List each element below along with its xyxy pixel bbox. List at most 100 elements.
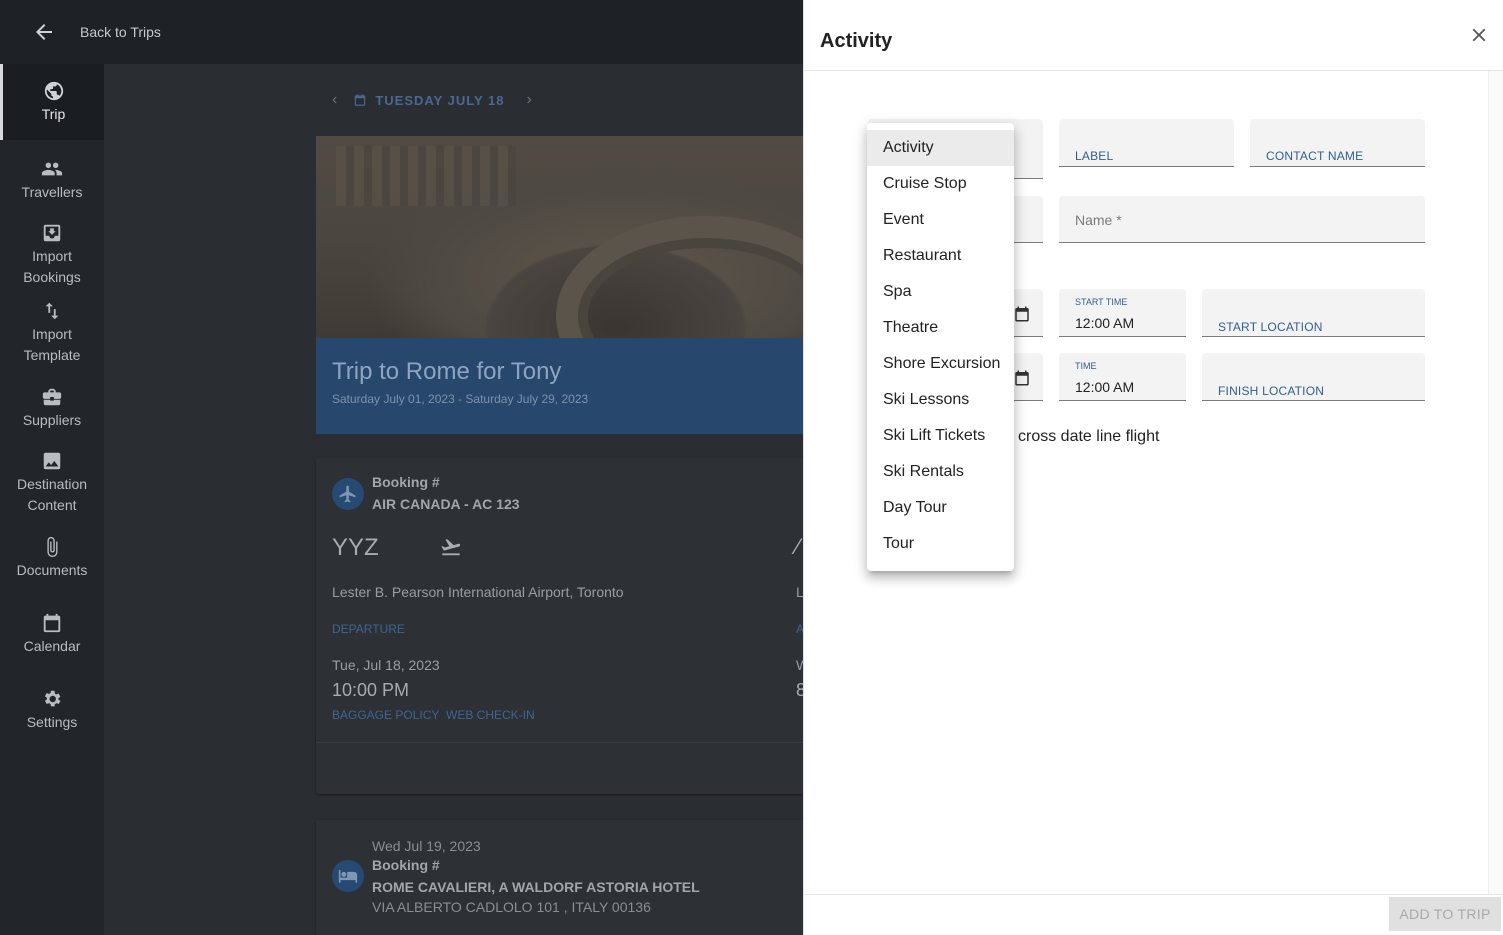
menu-item-ski-rentals[interactable]: Ski Rentals [867, 454, 1014, 490]
menu-item-event[interactable]: Event [867, 202, 1014, 238]
trip-hero: Trip to Rome for Tony Saturday July 01, … [316, 136, 803, 434]
menu-item-tour[interactable]: Tour [867, 526, 1014, 562]
finish-time-label: TIME [1075, 361, 1097, 371]
calendar-icon [43, 613, 61, 633]
arrival-time-partial: 8 [796, 680, 803, 700]
top-bar: Back to Trips [0, 0, 803, 64]
chevron-left-icon[interactable]: ‹ [332, 91, 337, 109]
trip-dates: Saturday July 01, 2023 - Saturday July 2… [332, 392, 589, 406]
departure-time: 10:00 PM [332, 680, 410, 700]
hotel-date: Wed Jul 19, 2023 [372, 838, 481, 854]
sidebar-item-documents[interactable]: Documents [0, 536, 104, 581]
sidebar-item-label: Documents [16, 562, 88, 578]
menu-item-cruise-stop[interactable]: Cruise Stop [867, 166, 1014, 202]
menu-item-ski-lift-tickets[interactable]: Ski Lift Tickets [867, 418, 1014, 454]
sidebar-item-label: Destination Content [16, 476, 88, 513]
sidebar-item-settings[interactable]: Settings [0, 688, 104, 733]
hotel-booking-card[interactable]: Wed Jul 19, 2023 Booking # ROME CAVALIER… [316, 820, 803, 935]
baggage-policy-link[interactable]: BAGGAGE POLICY [332, 708, 439, 722]
menu-item-restaurant[interactable]: Restaurant [867, 238, 1014, 274]
trip-cover-image [316, 136, 803, 416]
drawer-footer: ADD TO TRIP [804, 894, 1503, 935]
sidebar-item-label: Settings [26, 714, 78, 730]
main-content: ‹ TUESDAY JULY 18 › Trip to Rome for Ton… [104, 64, 803, 935]
contact-name-field[interactable]: CONTACT NAME [1250, 119, 1425, 167]
briefcase-icon [42, 388, 62, 406]
sidebar-item-label: Travellers [21, 184, 83, 200]
destination-airport-partial: L [796, 584, 803, 600]
calendar-icon[interactable] [1013, 369, 1031, 387]
menu-item-activity[interactable]: Activity [867, 130, 1014, 166]
sidebar: Trip Travellers Import Bookings Import T… [0, 64, 104, 935]
menu-item-spa[interactable]: Spa [867, 274, 1014, 310]
start-time-field[interactable]: START TIME 12:00 AM [1059, 289, 1186, 337]
menu-item-day-tour[interactable]: Day Tour [867, 490, 1014, 526]
trip-title: Trip to Rome for Tony [332, 358, 562, 385]
date-navigator: ‹ TUESDAY JULY 18 › [332, 90, 532, 110]
paperclip-icon [47, 536, 58, 558]
arrival-date-partial: W [796, 657, 803, 673]
start-time-label: START TIME [1075, 297, 1128, 307]
name-placeholder: Name * [1075, 212, 1122, 228]
hotel-address: VIA ALBERTO CADLOLO 101 , ITALY 00136 [372, 899, 651, 915]
web-checkin-link[interactable]: WEB CHECK-IN [446, 708, 535, 722]
finish-time-field[interactable]: TIME 12:00 AM [1059, 353, 1186, 401]
sidebar-item-label: Import Template [23, 326, 81, 363]
cross-date-line-checkbox-label[interactable]: cross date line flight [1018, 428, 1159, 446]
departure-label: DEPARTURE [332, 622, 405, 636]
sidebar-item-label: Trip [41, 106, 66, 122]
chevron-right-icon[interactable]: › [527, 91, 532, 109]
close-icon[interactable] [1468, 24, 1490, 46]
globe-icon [44, 81, 63, 101]
sidebar-item-label: Calendar [23, 638, 81, 654]
origin-code: YYZ [332, 534, 379, 561]
swap-vertical-icon [45, 302, 59, 320]
back-arrow-icon[interactable] [32, 20, 56, 44]
takeoff-icon [441, 539, 461, 556]
gear-icon [44, 690, 61, 707]
menu-item-ski-lessons[interactable]: Ski Lessons [867, 382, 1014, 418]
calendar-icon[interactable] [1013, 305, 1031, 323]
add-to-trip-button[interactable]: ADD TO TRIP [1389, 897, 1501, 931]
label-field[interactable]: LABEL [1059, 119, 1234, 167]
calendar-icon [355, 94, 366, 106]
sidebar-item-label: Import Bookings [23, 248, 81, 285]
booking-number-label: Booking # [372, 474, 440, 490]
origin-airport: Lester B. Pearson International Airport,… [332, 584, 624, 600]
trip-header-band [316, 338, 803, 434]
flight-booking-card[interactable]: Booking # AIR CANADA - AC 123 YYZ ⁄ Lest… [316, 458, 803, 794]
sidebar-item-travellers[interactable]: Travellers [0, 158, 104, 203]
airline-flight: AIR CANADA - AC 123 [372, 496, 520, 512]
drawer-scrollbar[interactable] [1488, 71, 1503, 894]
current-date: TUESDAY JULY 18 [375, 92, 505, 108]
departure-date: Tue, Jul 18, 2023 [332, 657, 440, 673]
sidebar-item-suppliers[interactable]: Suppliers [0, 386, 104, 431]
people-icon [41, 162, 63, 176]
start-location-label: START LOCATION [1218, 320, 1323, 334]
menu-item-theatre[interactable]: Theatre [867, 310, 1014, 346]
hotel-name: ROME CAVALIERI, A WALDORF ASTORIA HOTEL [372, 879, 700, 895]
hotel-booking-label: Booking # [372, 857, 440, 873]
destination-code-partial: ⁄ [796, 534, 800, 559]
start-time-value: 12:00 AM [1075, 315, 1135, 331]
sidebar-item-destination-content[interactable]: Destination Content [0, 450, 104, 516]
sidebar-item-trip[interactable]: Trip [0, 64, 104, 140]
sidebar-item-import-template[interactable]: Import Template [0, 300, 104, 366]
sidebar-item-label: Suppliers [22, 412, 82, 428]
drawer-title: Activity [820, 30, 893, 52]
airplane-icon [332, 478, 364, 510]
sidebar-item-import-bookings[interactable]: Import Bookings [0, 222, 104, 288]
arrival-label-partial: A [796, 622, 803, 636]
card-divider [316, 742, 803, 743]
start-location-field[interactable]: START LOCATION [1202, 289, 1425, 337]
label-field-label: LABEL [1075, 149, 1114, 163]
activity-type-menu: Activity Cruise Stop Event Restaurant Sp… [867, 123, 1014, 571]
sidebar-item-calendar[interactable]: Calendar [0, 612, 104, 657]
back-to-trips-link[interactable]: Back to Trips [80, 24, 161, 40]
name-field[interactable]: Name * [1059, 196, 1425, 243]
menu-item-shore-excursion[interactable]: Shore Excursion [867, 346, 1014, 382]
finish-time-value: 12:00 AM [1075, 379, 1135, 395]
contact-name-label: CONTACT NAME [1266, 149, 1364, 163]
finish-location-field[interactable]: FINISH LOCATION [1202, 353, 1425, 401]
bed-icon [332, 860, 364, 892]
